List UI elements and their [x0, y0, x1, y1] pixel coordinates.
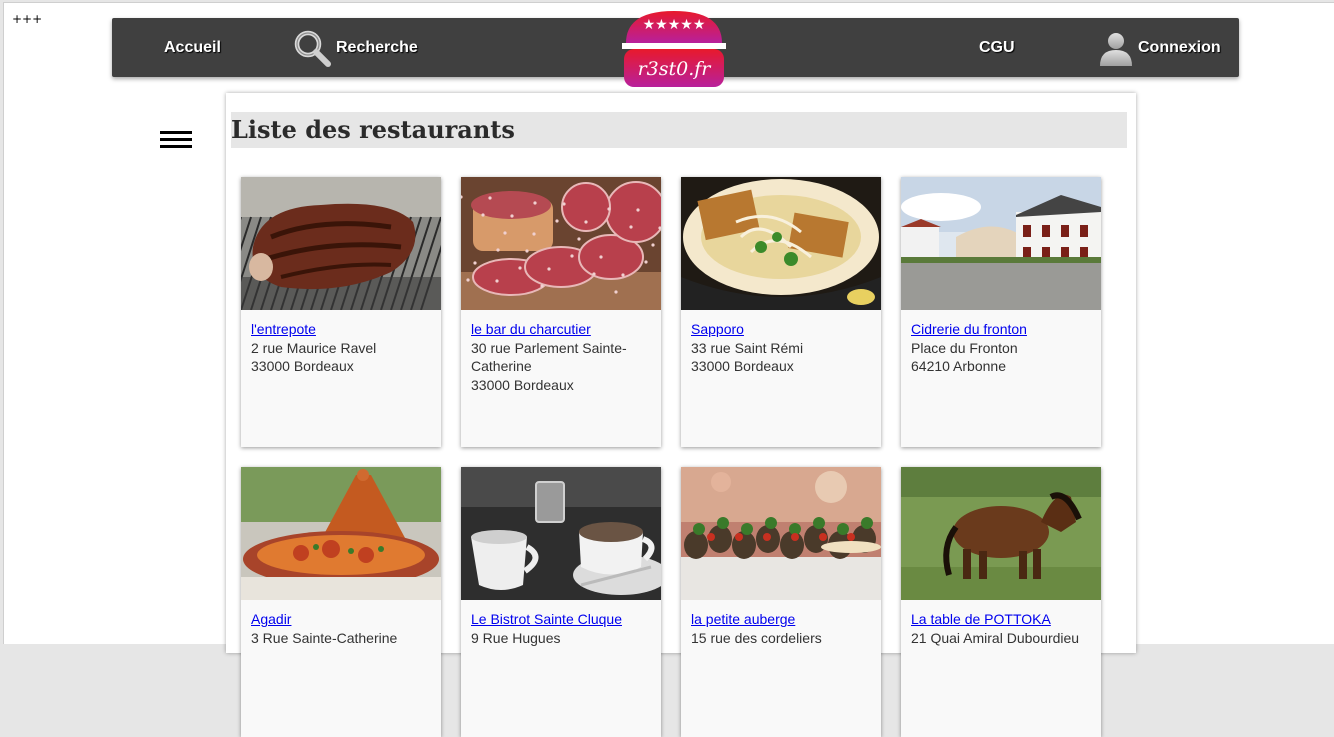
charcuterie-photo[interactable]	[461, 177, 661, 310]
restaurant-card: Agadir 3 Rue Sainte-Catherine	[241, 467, 441, 737]
restaurant-street: 2 rue Maurice Ravel	[251, 339, 377, 356]
grilled-steak-photo[interactable]	[241, 177, 441, 310]
logo-text: r3st0.fr	[638, 58, 713, 80]
restaurant-name-link[interactable]: Sapporo	[691, 320, 871, 339]
hamburger-line	[160, 145, 192, 148]
corner-text: +++	[12, 12, 43, 26]
restaurant-name-link[interactable]: Cidrerie du fronton	[911, 320, 1091, 339]
restaurant-info: La table de POTTOKA 21 Quai Amiral Dubou…	[901, 600, 1101, 647]
restaurant-city: 64210 Arbonne	[911, 358, 1006, 374]
nav-home-link[interactable]: Accueil	[164, 18, 221, 77]
restaurant-card: Cidrerie du fronton Place du Fronton 642…	[901, 177, 1101, 447]
ramen-bowl-photo[interactable]	[681, 177, 881, 310]
coffee-cups-photo[interactable]	[461, 467, 661, 600]
page-title: Liste des restaurants	[231, 112, 1127, 148]
restaurant-name-link[interactable]: Agadir	[251, 610, 431, 629]
nav-home-label: Accueil	[164, 38, 221, 56]
restaurant-street: 30 rue Parlement Sainte-Catherine	[471, 339, 627, 375]
hamburger-line	[160, 138, 192, 141]
restaurant-info: Le Bistrot Sainte Cluque 9 Rue Hugues	[461, 600, 661, 647]
restaurant-card: l'entrepote 2 rue Maurice Ravel 33000 Bo…	[241, 177, 441, 447]
restaurant-name-link[interactable]: la petite auberge	[691, 610, 871, 629]
tajine-photo[interactable]	[241, 467, 441, 600]
nav-cgu-link[interactable]: CGU	[979, 18, 1015, 77]
restaurant-info: la petite auberge 15 rue des cordeliers	[681, 600, 881, 647]
restaurant-card: le bar du charcutier 30 rue Parlement Sa…	[461, 177, 661, 447]
hamburger-line	[160, 131, 192, 134]
restaurant-name-link[interactable]: La table de POTTOKA	[911, 610, 1091, 629]
restaurant-info: Cidrerie du fronton Place du Fronton 642…	[901, 310, 1101, 376]
main-content: Liste des restaurants l'entrepote 2 rue …	[226, 93, 1136, 737]
pottok-pony-photo[interactable]	[901, 467, 1101, 600]
restaurant-info: Agadir 3 Rue Sainte-Catherine	[241, 600, 441, 647]
tapas-photo[interactable]	[681, 467, 881, 600]
nav-search-label: Recherche	[336, 38, 418, 56]
restaurant-street: 9 Rue Hugues	[471, 629, 561, 646]
fronton-village-photo[interactable]	[901, 177, 1101, 310]
restaurant-info: le bar du charcutier 30 rue Parlement Sa…	[461, 310, 661, 394]
user-icon	[1098, 30, 1134, 66]
site-logo[interactable]: ★★★★★ r3st0.fr	[620, 9, 728, 89]
restaurant-info: Sapporo 33 rue Saint Rémi 33000 Bordeaux	[681, 310, 881, 376]
restaurant-card: la petite auberge 15 rue des cordeliers	[681, 467, 881, 737]
restaurant-city: 33000 Bordeaux	[251, 358, 354, 374]
restaurant-street: 3 Rue Sainte-Catherine	[251, 629, 398, 646]
nav-login-label: Connexion	[1138, 38, 1221, 56]
restaurant-street: 33 rue Saint Rémi	[691, 339, 804, 356]
nav-cgu-label: CGU	[979, 38, 1015, 56]
restaurant-street: 15 rue des cordeliers	[691, 629, 822, 646]
restaurant-street: 21 Quai Amiral Dubourdieu	[911, 629, 1080, 646]
restaurant-card: La table de POTTOKA 21 Quai Amiral Dubou…	[901, 467, 1101, 737]
restaurant-name-link[interactable]: le bar du charcutier	[471, 320, 651, 339]
restaurant-info: l'entrepote 2 rue Maurice Ravel 33000 Bo…	[241, 310, 441, 376]
menu-toggle-button[interactable]	[160, 131, 192, 150]
restaurant-street: Place du Fronton	[911, 339, 1018, 356]
nav-search-link[interactable]: Recherche	[292, 18, 418, 77]
restaurant-card: Sapporo 33 rue Saint Rémi 33000 Bordeaux	[681, 177, 881, 447]
restaurant-card: Le Bistrot Sainte Cluque 9 Rue Hugues	[461, 467, 661, 737]
restaurant-name-link[interactable]: l'entrepote	[251, 320, 431, 339]
restaurant-city: 33000 Bordeaux	[691, 358, 794, 374]
top-navbar: Accueil Recherche ★★★★★ r3st0.fr CGU Con…	[112, 11, 1239, 87]
nav-login-link[interactable]: Connexion	[1098, 18, 1221, 77]
restaurant-city: 33000 Bordeaux	[471, 376, 574, 393]
svg-text:★★★★★: ★★★★★	[643, 17, 706, 33]
search-icon	[292, 28, 332, 68]
restaurant-name-link[interactable]: Le Bistrot Sainte Cluque	[471, 610, 651, 629]
